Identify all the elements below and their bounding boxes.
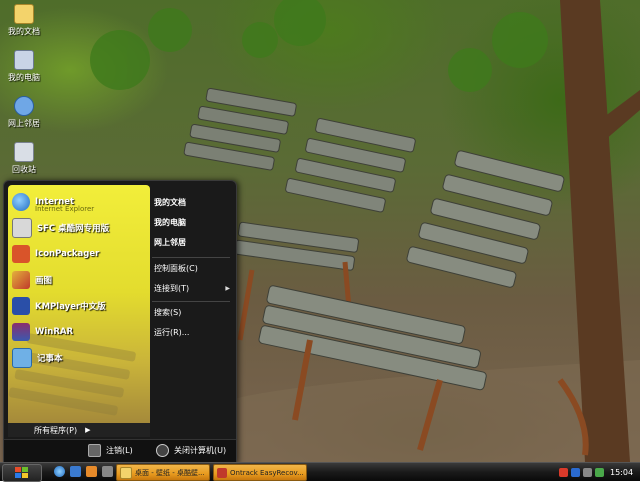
desktop-icon-label: 我的电脑 xyxy=(8,73,40,82)
sfc-icon xyxy=(12,218,32,238)
program-label: IconPackager xyxy=(35,249,100,259)
program-kmplayer[interactable]: KMPlayer中文版 xyxy=(12,295,148,317)
program-sfc[interactable]: SFC 桌酷网专用版 xyxy=(12,217,148,239)
run-item[interactable]: 运行(R)... xyxy=(154,327,189,338)
task-label: Ontrack EasyRecov... xyxy=(230,468,304,477)
arrow-right-icon: ▶ xyxy=(85,426,91,434)
tray-network-icon[interactable] xyxy=(571,467,580,477)
search-item[interactable]: 搜索(S) xyxy=(154,307,181,318)
folder-icon xyxy=(120,466,132,479)
my-documents-icon xyxy=(14,4,34,24)
recycle-bin-icon xyxy=(14,142,34,162)
winrar-icon xyxy=(12,323,30,341)
iconpackager-icon xyxy=(12,245,30,263)
power-icon xyxy=(156,444,169,457)
submenu-arrow-icon: ▶ xyxy=(225,285,230,292)
desktop-icon-network[interactable]: 网上邻居 xyxy=(2,96,46,129)
start-menu-footer: 注销(L) 关闭计算机(U) xyxy=(4,439,236,462)
logoff-button[interactable]: 注销(L) xyxy=(88,444,133,457)
program-label: WinRAR xyxy=(35,327,74,337)
quicklaunch-ie-icon[interactable] xyxy=(54,466,65,477)
quicklaunch-misc-icon[interactable] xyxy=(102,466,113,477)
start-menu-programs-pane: Internet Internet Explorer SFC 桌酷网专用版 Ic… xyxy=(8,185,150,423)
connect-to-item[interactable]: 连接到(T) xyxy=(154,283,189,294)
lock-icon xyxy=(88,444,101,457)
taskbar: 桌面 - 壁纸 - 桌酷壁... Ontrack EasyRecov... 15… xyxy=(0,462,640,482)
desktop-icon-recycle-bin[interactable]: 回收站 xyxy=(2,142,46,175)
program-paint[interactable]: 画图 xyxy=(12,269,148,291)
tray-volume-icon[interactable] xyxy=(583,467,592,477)
program-iconpackager[interactable]: IconPackager xyxy=(12,243,148,265)
tray-app-icon[interactable] xyxy=(595,467,604,477)
start-button[interactable] xyxy=(2,464,42,482)
all-programs-button[interactable]: 所有程序(P) ▶ xyxy=(8,423,150,437)
kmplayer-icon xyxy=(12,297,30,315)
desktop-icon-label: 网上邻居 xyxy=(8,119,40,128)
program-notepad[interactable]: 记事本 xyxy=(12,347,148,369)
divider xyxy=(152,257,230,258)
desktop-icon-label: 我的文档 xyxy=(8,27,40,36)
tray-qq-icon[interactable] xyxy=(559,467,568,477)
shutdown-button[interactable]: 关闭计算机(U) xyxy=(156,444,226,457)
place-my-computer[interactable]: 我的电脑 xyxy=(154,217,186,228)
network-icon xyxy=(14,96,34,116)
place-my-documents[interactable]: 我的文档 xyxy=(154,197,186,208)
program-label: SFC 桌酷网专用版 xyxy=(37,224,110,234)
program-label: 画图 xyxy=(35,276,53,286)
desktop-icon-my-documents[interactable]: 我的文档 xyxy=(2,4,46,37)
task-label: 桌面 - 壁纸 - 桌酷壁... xyxy=(135,468,205,477)
program-label: 记事本 xyxy=(37,354,63,364)
internet-explorer-icon xyxy=(12,193,30,211)
my-computer-icon xyxy=(14,50,34,70)
all-programs-label: 所有程序(P) xyxy=(34,425,78,435)
program-sublabel: Internet Explorer xyxy=(35,205,95,213)
task-button-ontrack[interactable]: Ontrack EasyRecov... xyxy=(213,464,307,481)
notepad-icon xyxy=(12,348,32,368)
program-winrar[interactable]: WinRAR xyxy=(12,321,148,343)
task-button-desktop-folder[interactable]: 桌面 - 壁纸 - 桌酷壁... xyxy=(116,464,210,481)
logoff-label: 注销(L) xyxy=(106,446,133,455)
desktop-icon-label: 回收站 xyxy=(12,165,36,174)
place-network[interactable]: 网上邻居 xyxy=(154,237,186,248)
clock[interactable]: 15:04 xyxy=(610,468,633,477)
control-panel-item[interactable]: 控制面板(C) xyxy=(154,263,198,274)
program-internet[interactable]: Internet Internet Explorer xyxy=(12,191,148,213)
divider xyxy=(152,301,230,302)
start-menu-places-pane: 我的文档 我的电脑 网上邻居 控制面板(C) 连接到(T) ▶ 搜索(S) 运行… xyxy=(152,185,234,423)
program-label: KMPlayer中文版 xyxy=(35,302,106,312)
windows-logo-icon xyxy=(15,467,28,478)
paint-icon xyxy=(12,271,30,289)
shutdown-label: 关闭计算机(U) xyxy=(174,446,227,455)
desktop-icon-my-computer[interactable]: 我的电脑 xyxy=(2,50,46,83)
ontrack-icon xyxy=(217,467,227,478)
start-menu: Internet Internet Explorer SFC 桌酷网专用版 Ic… xyxy=(3,180,237,464)
system-tray: 15:04 xyxy=(556,463,640,481)
quicklaunch-show-desktop-icon[interactable] xyxy=(70,466,81,477)
quicklaunch-media-icon[interactable] xyxy=(86,466,97,477)
